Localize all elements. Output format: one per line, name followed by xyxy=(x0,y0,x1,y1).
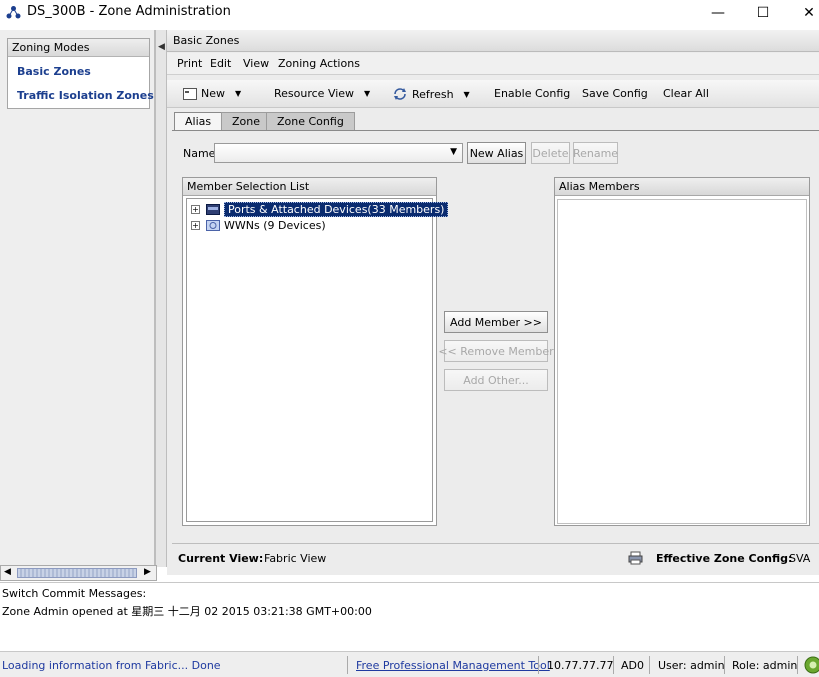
wwn-icon xyxy=(206,219,220,231)
status-role: Role: admin xyxy=(732,659,798,672)
tree-node-wwns[interactable]: + WWNs (9 Devices) xyxy=(191,217,326,233)
menu-zoning-actions[interactable]: Zoning Actions xyxy=(278,57,360,70)
new-icon xyxy=(183,87,197,100)
member-tree: + Ports & Attached Devices(33 Members) +… xyxy=(186,198,449,522)
current-view-bar: Current View: Fabric View Effective Zone… xyxy=(172,543,819,571)
expand-icon[interactable]: + xyxy=(191,220,200,230)
basic-zones-header: Basic Zones xyxy=(167,30,819,52)
clear-all-button[interactable]: Clear All xyxy=(663,87,709,100)
switch-icon xyxy=(206,203,220,215)
effective-config-label: Effective Zone Config: xyxy=(656,552,793,565)
refresh-label: Refresh xyxy=(412,87,454,101)
status-divider xyxy=(347,656,348,674)
commit-messages-title: Switch Commit Messages: xyxy=(2,587,147,600)
left-horizontal-scrollbar[interactable]: ◀ ▶ xyxy=(0,565,157,581)
zoning-mode-traffic-isolation[interactable]: Traffic Isolation Zones xyxy=(17,89,154,102)
current-view-label: Current View: xyxy=(178,552,264,565)
free-tool-link[interactable]: Free Professional Management Tool xyxy=(356,659,550,672)
current-view-value: Fabric View xyxy=(264,552,327,565)
tree-node-wwns-label[interactable]: WWNs (9 Devices) xyxy=(224,219,326,232)
name-dropdown[interactable]: ▼ xyxy=(214,143,463,163)
status-divider xyxy=(538,656,539,674)
new-label: New xyxy=(201,87,225,100)
tab-zone[interactable]: Zone xyxy=(221,112,272,131)
tab-alias[interactable]: Alias xyxy=(174,112,223,131)
menu-view[interactable]: View xyxy=(243,57,269,70)
status-divider xyxy=(797,656,798,674)
refresh-icon xyxy=(394,88,406,100)
remove-member-button[interactable]: << Remove Member xyxy=(438,340,554,362)
pane-splitter[interactable]: ◀ xyxy=(155,30,167,567)
scroll-right-icon[interactable]: ▶ xyxy=(144,567,151,577)
left-pane xyxy=(0,30,155,567)
delete-button[interactable]: Delete xyxy=(531,142,570,164)
add-member-button[interactable]: Add Member >> xyxy=(444,311,548,333)
tree-node-ports-label[interactable]: Ports & Attached Devices(33 Members) xyxy=(224,201,449,217)
tree-node-ports[interactable]: + Ports & Attached Devices(33 Members) xyxy=(191,201,449,217)
member-selection-header: Member Selection List xyxy=(183,178,436,196)
status-ip: 10.77.77.77 xyxy=(547,659,614,672)
status-divider xyxy=(613,656,614,674)
status-divider xyxy=(649,656,650,674)
rename-button[interactable]: Rename xyxy=(573,142,618,164)
printer-icon[interactable] xyxy=(628,551,643,565)
chevron-down-icon[interactable]: ▼ xyxy=(464,90,470,99)
app-icon xyxy=(6,5,21,20)
refresh-button[interactable]: Refresh ▼ xyxy=(392,87,470,101)
status-ad: AD0 xyxy=(621,659,644,672)
member-selection-panel: Member Selection List + Ports & Attached… xyxy=(182,177,449,526)
title-bar: DS_300B - Zone Administration — ☐ ✕ xyxy=(0,0,819,26)
commit-message-line: Zone Admin opened at 星期三 十二月 02 2015 03:… xyxy=(2,605,372,618)
add-other-button[interactable]: Add Other... xyxy=(444,369,548,391)
zoning-modes-header: Zoning Modes xyxy=(8,39,149,57)
chevron-down-icon[interactable]: ▼ xyxy=(364,89,370,98)
expand-icon[interactable]: + xyxy=(191,204,200,214)
window-title: DS_300B - Zone Administration xyxy=(27,4,231,19)
status-user: User: admin xyxy=(658,659,725,672)
scroll-thumb[interactable] xyxy=(17,568,137,578)
chevron-down-icon[interactable]: ▼ xyxy=(450,147,457,157)
alias-members-list[interactable] xyxy=(557,199,807,524)
close-button[interactable]: ✕ xyxy=(786,0,819,26)
commit-messages-panel: Switch Commit Messages: Zone Admin opene… xyxy=(0,582,819,648)
status-bar: Loading information from Fabric... Done … xyxy=(0,651,819,677)
menu-print[interactable]: Print xyxy=(177,57,202,70)
chevron-down-icon[interactable]: ▼ xyxy=(235,89,241,98)
enable-config-button[interactable]: Enable Config xyxy=(494,87,570,100)
minimize-button[interactable]: — xyxy=(695,0,741,26)
alias-members-panel: Alias Members xyxy=(554,177,810,526)
zoning-mode-basic-zones[interactable]: Basic Zones xyxy=(17,65,91,78)
status-loading: Loading information from Fabric... Done xyxy=(2,659,221,672)
resource-view-button[interactable]: Resource View ▼ xyxy=(274,87,370,100)
scroll-left-icon[interactable]: ◀ xyxy=(4,567,11,577)
toolbar: New ▼ Resource View ▼ Refresh ▼ Enable C… xyxy=(167,80,819,108)
save-config-button[interactable]: Save Config xyxy=(582,87,648,100)
status-divider xyxy=(724,656,725,674)
new-button[interactable]: New ▼ xyxy=(183,87,241,100)
zoning-modes-panel: Zoning Modes Basic Zones Traffic Isolati… xyxy=(7,38,154,109)
menu-bar: Print Edit View Zoning Actions xyxy=(167,53,819,75)
maximize-button[interactable]: ☐ xyxy=(740,0,786,26)
effective-config-value: SVA xyxy=(789,552,811,565)
connection-status-icon xyxy=(804,656,819,674)
new-alias-button[interactable]: New Alias xyxy=(467,142,526,164)
tab-zone-config[interactable]: Zone Config xyxy=(266,112,355,131)
menu-edit[interactable]: Edit xyxy=(210,57,231,70)
name-label: Name xyxy=(183,147,216,160)
alias-members-header: Alias Members xyxy=(555,178,809,196)
resource-view-label: Resource View xyxy=(274,87,355,100)
collapse-arrow-icon[interactable]: ◀ xyxy=(158,42,165,52)
